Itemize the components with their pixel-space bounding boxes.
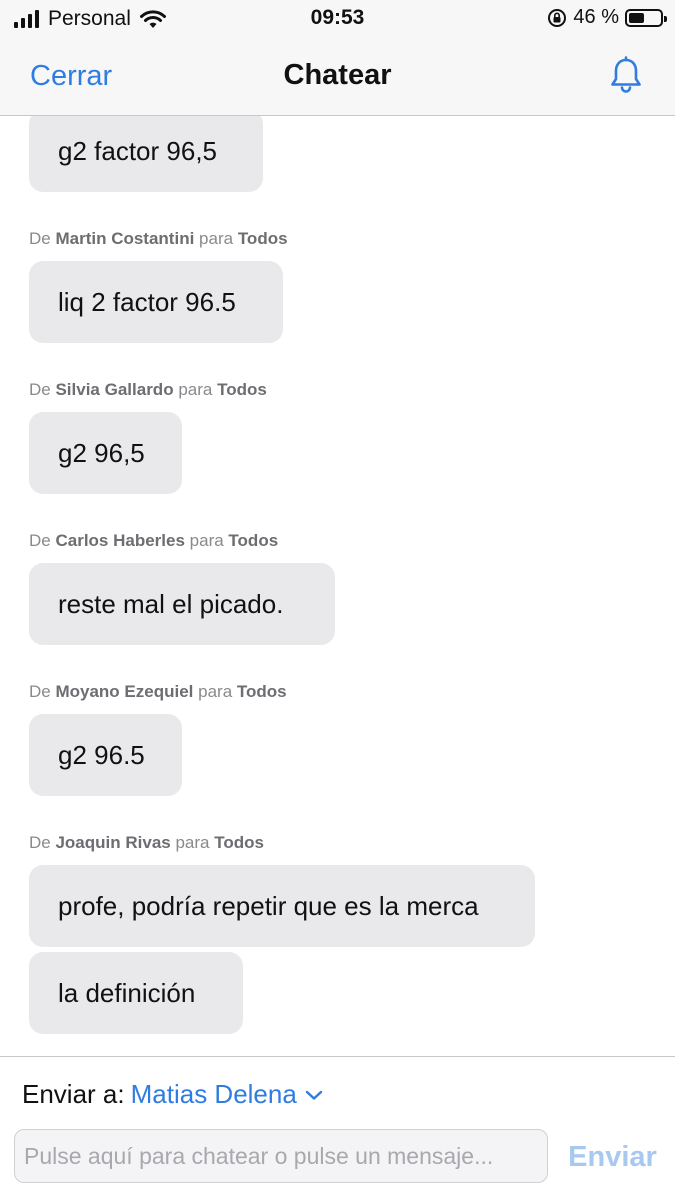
message-header: De Joaquin Rivas para Todos [29,833,264,852]
recipient-name: Todos [217,380,267,399]
message-bubble: g2 factor 96,5 [29,116,263,192]
recipient-name: Todos [237,229,288,248]
message-bubble: g2 96.5 [29,714,182,796]
bell-icon[interactable] [609,56,643,94]
recipient-name: Todos [214,833,264,852]
sender-name: Moyano Ezequiel [55,682,194,701]
status-right: 46 % [547,6,667,29]
message-bubble: reste mal el picado. [29,563,335,645]
message-bubble: la definición [29,952,243,1034]
chat-input[interactable] [14,1129,548,1183]
nav-bar: Cerrar Chatear [0,38,675,116]
message-header: De Silvia Gallardo para Todos [29,380,267,399]
chat-messages[interactable]: g2 factor 96,5 De Martin Costantini para… [0,116,675,1056]
status-bar: Personal 09:53 46 % [0,0,675,38]
send-to-recipient[interactable]: Matias Delena [131,1079,297,1110]
sender-name: Silvia Gallardo [55,380,174,399]
sender-name: Joaquin Rivas [55,833,171,852]
recipient-name: Todos [236,682,287,701]
sender-name: Martin Costantini [55,229,195,248]
battery-percent: 46 % [573,6,619,28]
send-to-label: Enviar a: [22,1079,125,1109]
page-title: Chatear [283,59,392,91]
compose-bar: Enviar a: Matias Delena Enviar [0,1056,675,1201]
chevron-down-icon[interactable] [305,1089,323,1101]
send-button[interactable]: Enviar [560,1135,665,1179]
sender-name: Carlos Haberles [55,531,185,550]
message-header: De Carlos Haberles para Todos [29,531,279,550]
message-bubble: liq 2 factor 96.5 [29,261,283,343]
message-bubble: profe, podría repetir que es la merca [29,865,535,947]
orientation-lock-icon [548,8,567,27]
message-bubble: g2 96,5 [29,412,182,494]
send-to-selector[interactable]: Enviar a: Matias Delena [22,1079,323,1110]
message-header: De Martin Costantini para Todos [29,229,288,248]
recipient-name: Todos [228,531,279,550]
message-header: De Moyano Ezequiel para Todos [29,682,287,701]
battery-icon [625,8,667,27]
